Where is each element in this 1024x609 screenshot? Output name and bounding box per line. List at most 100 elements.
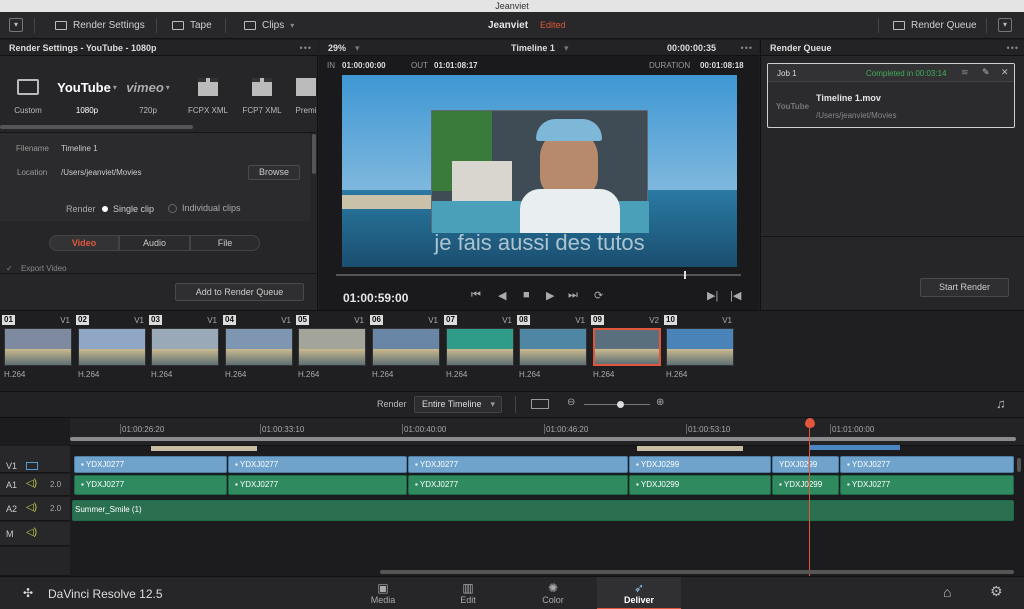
render-scope-dropdown[interactable]: Entire Timeline ▾: [414, 396, 502, 413]
ruler-timecode: 01:00:33:10: [262, 425, 305, 434]
timeline-clip-v1[interactable]: ▪ YDXJ0299: [629, 456, 771, 473]
play-reverse-icon[interactable]: ◀: [498, 289, 506, 302]
speaker-icon[interactable]: ◁): [26, 502, 37, 513]
timeline-clip-a1[interactable]: ▪ YDXJ0277: [74, 475, 227, 495]
clip-thumbnail-image: [4, 328, 72, 366]
job-status: Completed in 00:03:14: [866, 69, 947, 78]
go-to-end-icon[interactable]: ⏭: [568, 289, 578, 302]
timeline-clip-v1[interactable]: ▪ YDXJ0277: [840, 456, 1014, 473]
viewer-scrubber[interactable]: [336, 271, 741, 279]
zoom-out-icon[interactable]: ⊖: [567, 397, 575, 408]
add-to-render-queue-button[interactable]: Add to Render Queue: [175, 283, 304, 301]
zoom-in-icon[interactable]: ⊕: [656, 397, 664, 408]
more-options-icon[interactable]: •••: [1007, 40, 1019, 56]
track-header-master[interactable]: M ◁): [0, 522, 70, 546]
render-settings-toggle[interactable]: Render Settings: [55, 12, 145, 39]
youtube-logo-icon: YouTube ▾: [57, 79, 117, 95]
settings-gear-icon[interactable]: ⚙: [990, 583, 1003, 600]
location-field[interactable]: /Users/jeanviet/Movies: [61, 168, 141, 177]
timeline-clip-a1[interactable]: ▪ YDXJ0277: [408, 475, 628, 495]
panel-options-button[interactable]: ▾: [998, 18, 1012, 32]
close-icon[interactable]: ✕: [1001, 67, 1009, 78]
clip-thumbnail-image: [225, 328, 293, 366]
preset-custom[interactable]: Custom: [8, 74, 48, 115]
duration-timecode: 00:01:08:18: [700, 61, 744, 70]
timeline-clip-a2[interactable]: Summer_Smile (1): [72, 500, 1014, 521]
timeline-render-bar: Render Entire Timeline ▾ ⊖ ⊕ ♫: [0, 392, 1024, 418]
timeline-clip-v1[interactable]: ▪ YDXJ0277: [408, 456, 628, 473]
workspace-menu-button[interactable]: ▾: [9, 18, 23, 32]
individual-clips-radio[interactable]: Individual clips: [168, 203, 241, 213]
preset-vimeo[interactable]: vimeo ▾ 720p: [124, 74, 172, 116]
clip-view-options-icon[interactable]: [531, 399, 549, 409]
speaker-icon[interactable]: ◁): [26, 527, 37, 538]
track-header-v1[interactable]: V1: [0, 446, 70, 473]
zoom-slider-handle[interactable]: [617, 401, 624, 408]
audio-channel-level: 2.0: [50, 480, 62, 489]
timeline-clip-v1[interactable]: YDXJ0299: [772, 456, 839, 473]
timeline-clip-a1[interactable]: ▪ YDXJ0299: [772, 475, 839, 495]
timeline-name-dropdown[interactable]: Timeline 1: [511, 40, 555, 56]
timeline-horizontal-scrollbar[interactable]: [380, 570, 1014, 574]
window-title-bar: Jeanviet: [0, 0, 1024, 12]
timeline-clip-a1[interactable]: ▪ YDXJ0299: [629, 475, 771, 495]
preset-fcp7-xml[interactable]: FCP7 XML: [242, 74, 282, 115]
filename-field[interactable]: Timeline 1: [61, 144, 98, 153]
deliver-rocket-icon: ➶: [633, 581, 645, 595]
track-header-a1[interactable]: A1 ◁) 2.0: [0, 474, 70, 496]
clip-codec: H.264: [4, 370, 26, 379]
stop-icon[interactable]: ■: [523, 289, 530, 301]
tab-audio[interactable]: Audio: [119, 235, 190, 251]
timeline-ruler[interactable]: 01:00:26:20 01:00:33:10 01:00:40:00 01:00:4…: [70, 418, 1024, 451]
presets-scrollbar[interactable]: [0, 125, 193, 129]
preset-fcpx-xml[interactable]: FCPX XML: [188, 74, 228, 115]
timeline-clip-a1[interactable]: ▪ YDXJ0277: [840, 475, 1014, 495]
single-clip-radio[interactable]: Single clip: [102, 204, 154, 214]
scrubber-playhead[interactable]: [684, 271, 686, 279]
tab-file[interactable]: File: [190, 235, 260, 251]
go-to-start-icon[interactable]: ⏮: [471, 289, 481, 302]
start-render-button[interactable]: Start Render: [920, 278, 1009, 297]
more-options-icon[interactable]: •••: [300, 40, 312, 56]
export-video-checkbox[interactable]: ✓ Export Video: [6, 264, 67, 272]
current-timecode: 01:00:59:00: [343, 291, 409, 305]
ruler-tick: [120, 424, 121, 434]
more-options-icon[interactable]: •••: [741, 40, 753, 56]
timeline-clip-v1[interactable]: ▪ YDXJ0277: [228, 456, 407, 473]
ruler-tick: [686, 424, 687, 434]
preset-premiere[interactable]: Premi: [294, 74, 318, 115]
settings-scrollbar[interactable]: [312, 134, 316, 174]
edit-pencil-icon[interactable]: ✎: [982, 67, 990, 78]
speaker-icon[interactable]: ◁): [26, 478, 37, 489]
play-icon[interactable]: ▶: [546, 289, 554, 302]
zoom-level-dropdown[interactable]: 29%: [328, 40, 346, 56]
timeline-vertical-scrollbar[interactable]: [1017, 458, 1021, 472]
timeline-clip-v1[interactable]: ▪ YDXJ0277: [74, 456, 227, 473]
timeline-zoom-slider[interactable]: [584, 401, 650, 408]
render-queue-toggle[interactable]: Render Queue: [893, 12, 977, 39]
playhead-line[interactable]: [809, 426, 810, 576]
page-tab-media[interactable]: ▣ Media: [341, 577, 425, 609]
monitor-icon[interactable]: [26, 462, 38, 470]
tab-video[interactable]: Video: [49, 235, 119, 251]
next-clip-icon[interactable]: ▶|: [707, 289, 718, 302]
page-tab-edit[interactable]: ▥ Edit: [426, 577, 510, 609]
loop-icon[interactable]: ⟳: [594, 289, 603, 302]
preset-youtube[interactable]: YouTube ▾ 1080p: [57, 74, 117, 116]
home-icon[interactable]: ⌂: [943, 584, 951, 600]
timeline-overview-bar[interactable]: [70, 437, 1016, 441]
page-tab-deliver[interactable]: ➶ Deliver: [597, 577, 681, 609]
page-tab-color[interactable]: ✺ Color: [511, 577, 595, 609]
render-job-card[interactable]: Job 1 Completed in 00:03:14 ≋ ✎ ✕ YouTub…: [767, 63, 1015, 128]
previous-clip-icon[interactable]: |◀: [730, 289, 741, 302]
browse-button[interactable]: Browse: [248, 165, 300, 180]
chevron-down-icon: ▾: [290, 21, 295, 30]
timeline-clip-a1[interactable]: ▪ YDXJ0277: [228, 475, 407, 495]
audio-notes-icon[interactable]: ♫: [996, 396, 1006, 411]
tape-toggle[interactable]: Tape: [172, 12, 212, 39]
track-header-a2[interactable]: A2 ◁) 2.0: [0, 497, 70, 521]
clip-number: 01: [2, 315, 15, 325]
playhead-handle[interactable]: [805, 418, 815, 428]
youtube-logo-icon: YouTube: [776, 102, 810, 111]
clips-toggle[interactable]: Clips ▾: [244, 12, 294, 39]
